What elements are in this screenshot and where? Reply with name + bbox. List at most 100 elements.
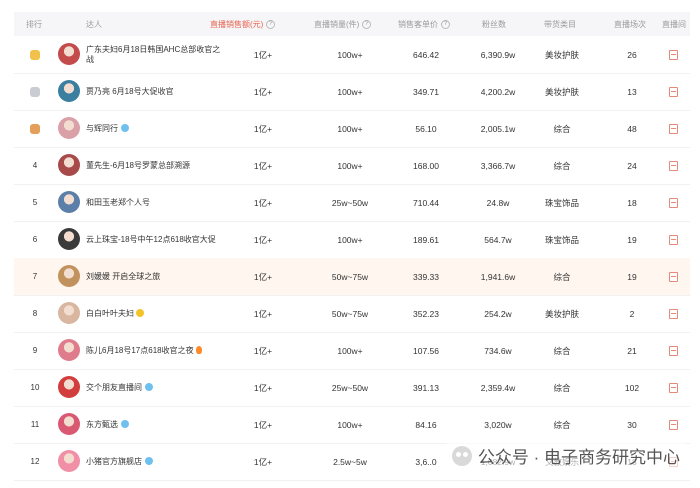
avatar[interactable] xyxy=(58,450,80,472)
influencer-name[interactable]: 刘媛媛 开启全球之旅 xyxy=(86,258,226,295)
wechat-icon xyxy=(451,445,472,466)
header-fans[interactable]: 粉丝数 xyxy=(482,12,506,36)
live-room-button[interactable] xyxy=(664,184,682,221)
live-room-button[interactable] xyxy=(664,110,682,147)
live-room-button[interactable] xyxy=(664,36,682,73)
category-cell: 美妆护肤 xyxy=(544,49,579,60)
price-cell: 189.61 xyxy=(413,234,439,245)
verified-icon xyxy=(145,456,153,465)
live-room-button[interactable] xyxy=(664,221,682,258)
live-room-button[interactable] xyxy=(664,406,682,443)
live-room-icon xyxy=(668,419,678,430)
fans-cell: 6,390.9w xyxy=(480,49,516,60)
volume-cell: 100w+ xyxy=(337,123,363,134)
influencer-name[interactable]: 小猪官方旗舰店 xyxy=(86,443,226,480)
influencer-name[interactable]: 东方甄选 xyxy=(86,406,226,443)
help-icon: ? xyxy=(362,19,372,29)
rank-cell: 5 xyxy=(24,184,46,221)
live-room-button[interactable] xyxy=(664,332,682,369)
rank-number: 10 xyxy=(30,383,40,392)
table-row[interactable]: 与辉同行 1亿+ 100w+ 56.10 2,005.1w 综合 48 xyxy=(14,110,690,148)
influencer-name[interactable]: 和田玉老郑个人号 xyxy=(86,184,226,221)
rank-number: 5 xyxy=(32,198,38,207)
volume-cell: 100w+ xyxy=(337,86,363,97)
live-times-cell: 102 xyxy=(624,382,640,393)
table-row[interactable]: 5 和田玉老郑个人号 1亿+ 25w~50w 710.44 24.8w 珠宝饰品… xyxy=(14,184,690,222)
table-row[interactable]: 10 交个朋友直播间 1亿+ 25w~50w 391.13 2,359.4w 综… xyxy=(14,369,690,407)
influencer-name[interactable]: 董先生-6月18号罗蒙总部溯源 xyxy=(86,147,226,184)
influencer-name[interactable]: 云上珠宝-18号中午12点618收官大促 xyxy=(86,221,226,258)
influencer-name[interactable]: 陈儿6月18号17点618收官之夜 xyxy=(86,332,226,369)
live-room-icon xyxy=(668,382,678,393)
avatar[interactable] xyxy=(58,191,80,213)
fans-cell: 4,200.2w xyxy=(480,86,516,97)
volume-cell: 100w+ xyxy=(337,49,363,60)
influencer-name[interactable]: 贾乃亮 6月18号大促收官 xyxy=(86,73,226,110)
rank-cell xyxy=(24,73,46,110)
header-category[interactable]: 带货类目 xyxy=(544,12,576,36)
table-row[interactable]: 7 刘媛媛 开启全球之旅 1亿+ 50w~75w 339.33 1,941.6w… xyxy=(14,258,690,296)
category-cell: 综合 xyxy=(553,271,571,282)
sales-cell: 1亿+ xyxy=(253,49,273,60)
price-cell: 349.71 xyxy=(413,86,439,97)
rank-number: 8 xyxy=(32,309,38,318)
header-live-sales[interactable]: 直播销售额(元)? xyxy=(210,12,276,36)
sales-cell: 1亿+ xyxy=(253,86,273,97)
live-room-button[interactable] xyxy=(664,73,682,110)
avatar[interactable] xyxy=(58,43,80,65)
sales-cell: 1亿+ xyxy=(253,456,273,467)
live-times-cell: 26 xyxy=(627,49,637,60)
live-room-button[interactable] xyxy=(664,369,682,406)
avatar[interactable] xyxy=(58,302,80,324)
live-room-button[interactable] xyxy=(664,258,682,295)
rank-cell: 6 xyxy=(24,221,46,258)
live-times-cell: 24 xyxy=(627,160,637,171)
table-row[interactable]: 8 白白叶叶夫妇 1亿+ 50w~75w 352.23 254.2w 美妆护肤 … xyxy=(14,295,690,333)
table-row[interactable]: 11 东方甄选 1亿+ 100w+ 84.16 3,020w 综合 30 xyxy=(14,406,690,444)
live-room-icon xyxy=(668,197,678,208)
avatar[interactable] xyxy=(58,339,80,361)
header-live-times[interactable]: 直播场次 xyxy=(614,12,646,36)
category-cell: 珠宝饰品 xyxy=(544,234,579,245)
table-row[interactable]: 贾乃亮 6月18号大促收官 1亿+ 100w+ 349.71 4,200.2w … xyxy=(14,73,690,111)
table-row[interactable]: 6 云上珠宝-18号中午12点618收官大促 1亿+ 100w+ 189.61 … xyxy=(14,221,690,259)
help-icon: ? xyxy=(441,19,450,29)
table-row[interactable]: 4 董先生-6月18号罗蒙总部溯源 1亿+ 100w+ 168.00 3,366… xyxy=(14,147,690,185)
rank-number: 7 xyxy=(32,272,38,281)
rank-medal-icon xyxy=(30,86,40,97)
influencer-name[interactable]: 广东夫妇6月18日韩国AHC总部收官之战 xyxy=(86,36,226,73)
avatar[interactable] xyxy=(58,376,80,398)
fans-cell: 3,020w xyxy=(484,419,512,430)
table-row[interactable]: 9 陈儿6月18号17点618收官之夜 1亿+ 100w+ 107.56 734… xyxy=(14,332,690,370)
price-cell: 352.23 xyxy=(413,308,439,319)
category-cell: 综合 xyxy=(553,160,571,171)
fans-cell: 564.7w xyxy=(484,234,512,245)
header-live-volume[interactable]: 直播销量(件)? xyxy=(314,12,372,36)
live-room-icon xyxy=(668,345,678,356)
rank-cell: 4 xyxy=(24,147,46,184)
table-row[interactable]: 广东夫妇6月18日韩国AHC总部收官之战 1亿+ 100w+ 646.42 6,… xyxy=(14,36,690,74)
influencer-name[interactable]: 与辉同行 xyxy=(86,110,226,147)
rank-cell: 11 xyxy=(24,406,46,443)
influencer-name[interactable]: 交个朋友直播间 xyxy=(86,369,226,406)
influencer-name[interactable]: 白白叶叶夫妇 xyxy=(86,295,226,332)
avatar[interactable] xyxy=(58,80,80,102)
fans-cell: 254.2w xyxy=(484,308,512,319)
avatar[interactable] xyxy=(58,117,80,139)
header-avg-price[interactable]: 销售客单价? xyxy=(398,12,450,36)
smile-emoji-icon xyxy=(136,308,144,317)
live-room-button[interactable] xyxy=(664,295,682,332)
price-cell: 339.33 xyxy=(413,271,439,282)
avatar[interactable] xyxy=(58,413,80,435)
fans-cell: 2,359.4w xyxy=(480,382,516,393)
avatar[interactable] xyxy=(58,265,80,287)
sales-cell: 1亿+ xyxy=(253,197,273,208)
live-times-cell: 13 xyxy=(627,86,637,97)
live-room-icon xyxy=(668,271,678,282)
sales-cell: 1亿+ xyxy=(253,419,273,430)
avatar[interactable] xyxy=(58,228,80,250)
category-cell: 综合 xyxy=(553,382,571,393)
live-room-button[interactable] xyxy=(664,147,682,184)
live-room-icon xyxy=(668,234,678,245)
avatar[interactable] xyxy=(58,154,80,176)
